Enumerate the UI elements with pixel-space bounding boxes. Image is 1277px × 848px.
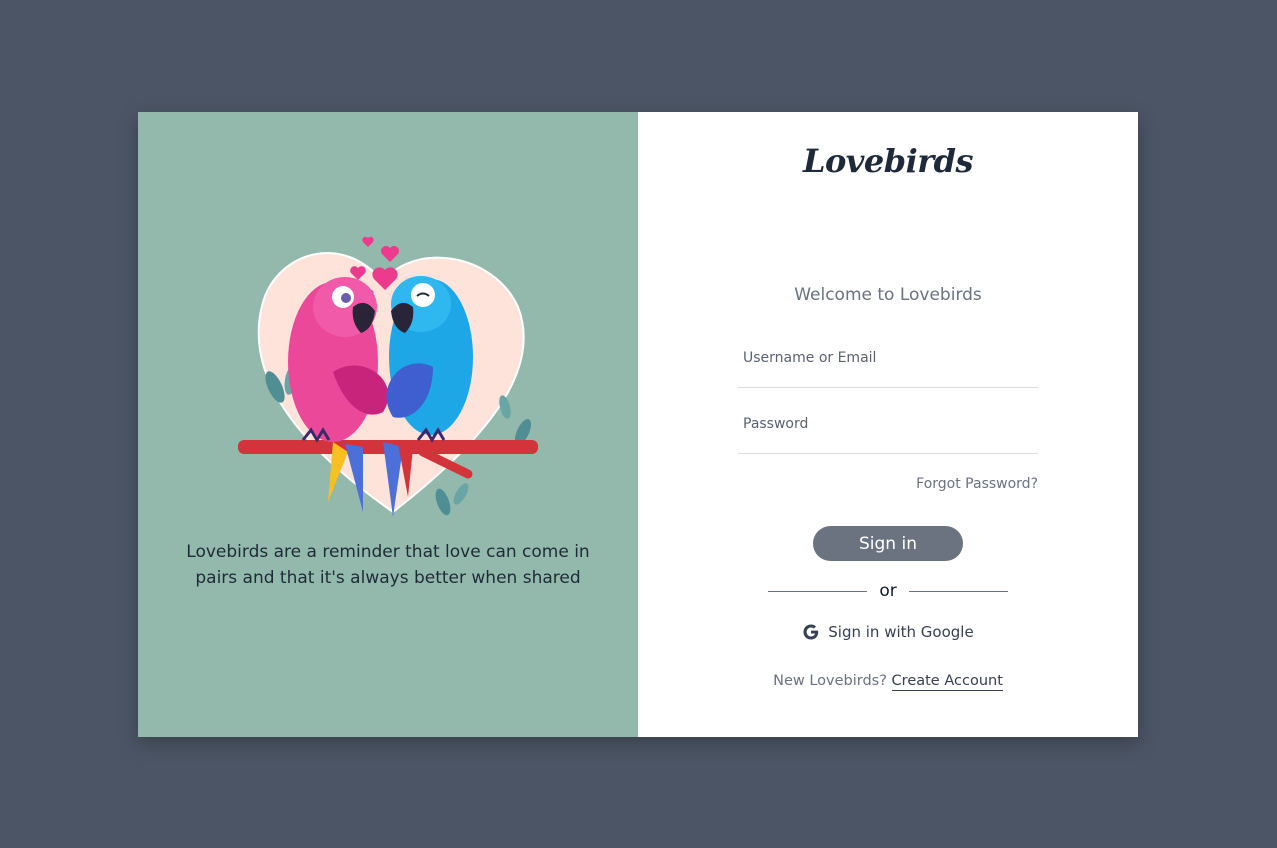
lovebirds-illustration: [238, 236, 538, 517]
right-panel: Lovebirds Welcome to Lovebirds Forgot Pa…: [638, 112, 1138, 737]
google-sign-in-label: Sign in with Google: [828, 623, 974, 641]
new-user-prompt: New Lovebirds?: [773, 673, 887, 689]
google-sign-in-button[interactable]: Sign in with Google: [798, 620, 978, 644]
sign-in-button[interactable]: Sign in: [813, 526, 963, 561]
divider-line-right: [908, 590, 1009, 592]
or-divider: or: [768, 580, 1009, 602]
create-account-link[interactable]: Create Account: [891, 673, 1003, 691]
or-label: or: [879, 581, 897, 601]
brand-logo: Lovebirds: [802, 142, 974, 180]
password-field: [738, 408, 1038, 454]
login-card: Lovebirds are a reminder that love can c…: [138, 112, 1138, 737]
create-account-row: New Lovebirds? Create Account: [638, 673, 1138, 691]
username-field: [738, 342, 1038, 388]
forgot-password-link[interactable]: Forgot Password?: [916, 476, 1038, 492]
tagline: Lovebirds are a reminder that love can c…: [186, 542, 590, 588]
google-g-icon: [803, 624, 819, 640]
username-input[interactable]: [738, 342, 1038, 387]
divider-line-left: [768, 590, 868, 592]
left-panel: Lovebirds are a reminder that love can c…: [138, 112, 638, 737]
welcome-heading: Welcome to Lovebirds: [794, 285, 982, 305]
password-input[interactable]: [738, 408, 1038, 453]
